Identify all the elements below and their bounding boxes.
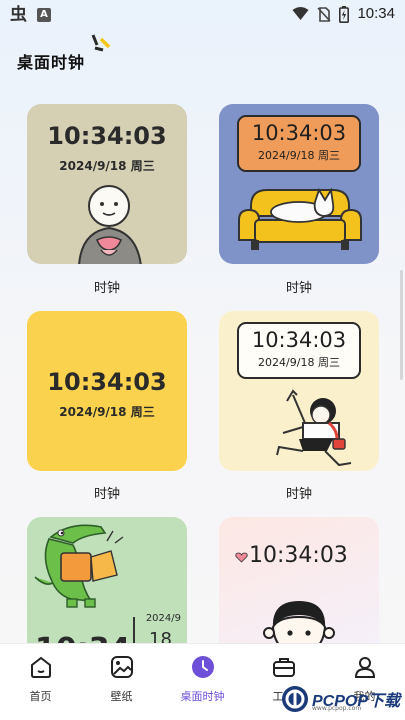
battery-charging-icon (339, 5, 350, 23)
tab-label: 桌面时钟 (180, 690, 225, 703)
clock-time: 10:34:03 (251, 121, 347, 145)
widget-label: 时钟 (285, 487, 312, 502)
widget-label: 时钟 (93, 281, 120, 296)
running-girl-illustration (276, 389, 352, 467)
tab-label: 壁纸 (110, 690, 133, 703)
toolbox-icon (272, 658, 295, 677)
sparkle-decoration-icon (91, 34, 111, 52)
watermark-url: www.pcpop.com (312, 705, 362, 712)
clock-date: 2024/9/18 周三 (258, 149, 340, 162)
tab-desktop-clock[interactable]: 桌面时钟 (162, 644, 243, 720)
widget-label: 时钟 (93, 487, 120, 502)
status-bar: 虫 A 10:34 (0, 0, 405, 30)
heart-icon (235, 552, 248, 563)
clock-icon (191, 656, 214, 678)
no-sim-icon (317, 6, 332, 22)
home-icon (30, 656, 51, 678)
wallpaper-icon (110, 656, 133, 678)
scrollbar[interactable] (400, 270, 403, 380)
status-time: 10:34 (357, 5, 395, 22)
clock-display-box: 10:34:03 2024/9/18 周三 (237, 322, 361, 379)
clock-date: 2024/9/18 周三 (258, 356, 340, 369)
clock-time: 10:34:03 (47, 122, 167, 150)
tab-wallpaper[interactable]: 壁纸 (81, 644, 162, 720)
clock-widget-card[interactable]: 10:34:03 (219, 517, 379, 647)
cat-on-sofa-illustration (238, 187, 362, 250)
boy-face-illustration (263, 601, 335, 647)
clock-widget-card[interactable]: 2024/9 10:34 18 (27, 517, 187, 647)
wifi-icon (292, 7, 309, 20)
clock-date: 2024/9/18 周三 (59, 405, 155, 419)
pcpop-logo-icon (282, 686, 308, 712)
clock-time: 10:34:03 (47, 368, 167, 396)
clock-widget-card[interactable]: 10:34:03 2024/9/18 周三 (219, 311, 379, 471)
widget-label: 时钟 (285, 281, 312, 296)
profile-icon (354, 657, 375, 678)
keyboard-notification-icon: A (37, 8, 51, 22)
tab-home[interactable]: 首页 (0, 644, 81, 720)
clock-widget-card[interactable]: 10:34:03 2024/9/18 周三 (27, 104, 187, 264)
page-title: 桌面时钟 (17, 53, 86, 72)
clock-time: 10:34:03 (251, 328, 347, 352)
crocodile-illustration (34, 524, 124, 608)
clock-date: 2024/9/18 周三 (59, 159, 155, 173)
clock-widget-card[interactable]: 10:34:03 2024/9/18 周三 (27, 311, 187, 471)
monk-illustration (78, 185, 142, 264)
clock-widget-card[interactable]: 10:34:03 2024/9/18 周三 (219, 104, 379, 264)
tab-label: 首页 (29, 690, 52, 703)
clock-date: 2024/9 (145, 613, 181, 624)
clock-display-box: 10:34:03 2024/9/18 周三 (237, 115, 361, 172)
watermark-logo: PCPOP下载 www.pcpop.com (278, 682, 405, 716)
clock-time: 10:34:03 (249, 543, 348, 568)
app-notification-icon: 虫 (10, 5, 27, 25)
